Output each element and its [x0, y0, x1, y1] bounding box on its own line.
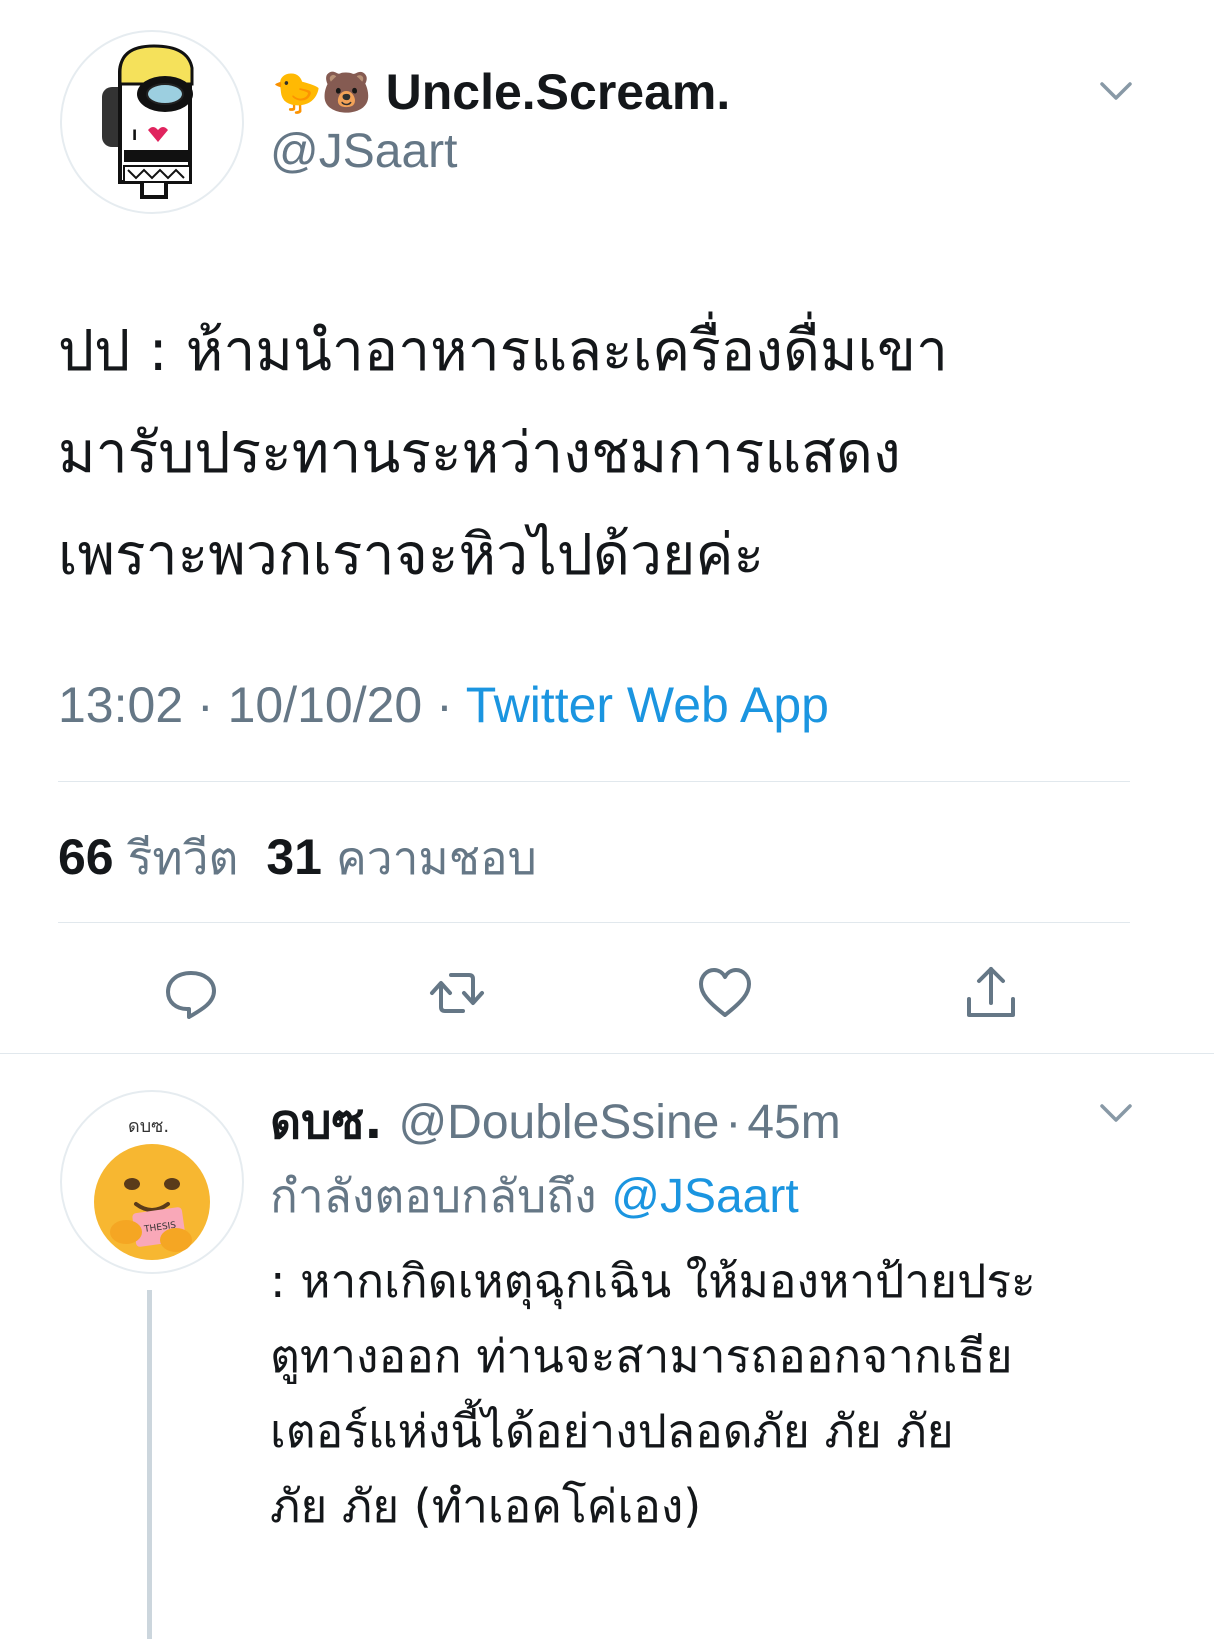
- likes-stat[interactable]: 31 ความชอบ: [266, 822, 536, 895]
- tweet-text-line: ปป : ห้ามนำอาหารและเครื่องดื่มเขา: [58, 318, 948, 384]
- avatar-handwritten-text: ดบซ.: [128, 1116, 169, 1137]
- reply-thread-line: [147, 1290, 152, 1639]
- hugging-face-emoji-icon: ดบซ. THESIS: [94, 1116, 210, 1260]
- tweet-time[interactable]: 13:02: [58, 677, 183, 733]
- likes-count: 31: [266, 829, 322, 885]
- reply-handle[interactable]: @DoubleSsine: [398, 1095, 719, 1150]
- author-handle[interactable]: @JSaart: [270, 124, 457, 179]
- replying-to: กำลังตอบกลับถึง @JSaart: [270, 1160, 799, 1233]
- share-icon: [967, 967, 1015, 1017]
- tweet-text: ปป : ห้ามนำอาหารและเครื่องดื่มเขา มารับป…: [58, 300, 1158, 606]
- reply-time[interactable]: 45m: [747, 1095, 840, 1150]
- reply-text-line: : หากเกิดเหตุฉุกเฉิน ให้มองหาป้ายประ: [270, 1254, 1036, 1308]
- reply-icon: [166, 971, 216, 1019]
- divider: [58, 781, 1130, 782]
- separator-dot: ·: [197, 677, 214, 733]
- share-button[interactable]: [956, 958, 1026, 1028]
- reply-button[interactable]: [156, 958, 226, 1028]
- reply-text-line: ตูทางออก ท่านจะสามารถออกจากเธีย: [270, 1329, 1013, 1383]
- retweets-stat[interactable]: 66 รีทวีต: [58, 822, 238, 895]
- retweet-button[interactable]: [422, 958, 492, 1028]
- reply-menu-chevron-icon[interactable]: [1094, 1094, 1138, 1130]
- display-name-emoji: 🐤🐻: [272, 69, 372, 116]
- reply-display-name[interactable]: ดบซ.: [270, 1084, 382, 1160]
- reply-text: : หากเกิดเหตุฉุกเฉิน ให้มองหาป้ายประ ตูท…: [270, 1244, 1170, 1544]
- like-button[interactable]: [690, 958, 760, 1028]
- tweet-text-line: มารับประทานระหว่างชมการแสดง: [58, 420, 901, 486]
- heart-icon: [699, 968, 751, 1017]
- tweet-metadata: 13:02 · 10/10/20 · Twitter Web App: [58, 676, 829, 734]
- replying-to-label: กำลังตอบกลับถึง: [270, 1169, 597, 1223]
- separator-dot: ·: [725, 1096, 742, 1149]
- tweet-stats: 66 รีทวีต 31 ความชอบ: [58, 822, 537, 895]
- retweet-icon: [430, 973, 484, 1013]
- divider: [58, 922, 1130, 923]
- tweet-source-link[interactable]: Twitter Web App: [466, 677, 829, 733]
- retweets-label: รีทวีต: [127, 831, 239, 885]
- likes-label: ความชอบ: [335, 831, 537, 885]
- tweet-text-line: เพราะพวกเราจะหิวไปด้วยค่ะ: [58, 522, 765, 588]
- tweet-menu-chevron-icon[interactable]: [1094, 72, 1138, 108]
- separator-dot: ·: [436, 677, 453, 733]
- tweet-date[interactable]: 10/10/20: [228, 677, 423, 733]
- reply-header: ดบซ. @DoubleSsine · 45m: [270, 1084, 841, 1160]
- author-avatar[interactable]: I: [60, 30, 244, 214]
- svg-text:I: I: [132, 128, 137, 144]
- divider: [0, 1053, 1214, 1054]
- reply-author-avatar[interactable]: ดบซ. THESIS: [60, 1090, 244, 1274]
- among-us-character-icon: I: [102, 44, 194, 199]
- author-display-name[interactable]: Uncle.Scream.: [386, 63, 731, 121]
- reply-text-line: เตอร์แห่งนี้ได้อย่างปลอดภัย ภัย ภัย: [270, 1404, 954, 1458]
- replying-to-handle[interactable]: @JSaart: [611, 1170, 798, 1223]
- retweets-count: 66: [58, 829, 114, 885]
- reply-text-line: ภัย ภัย (ทำเอคโค่เอง): [270, 1479, 702, 1533]
